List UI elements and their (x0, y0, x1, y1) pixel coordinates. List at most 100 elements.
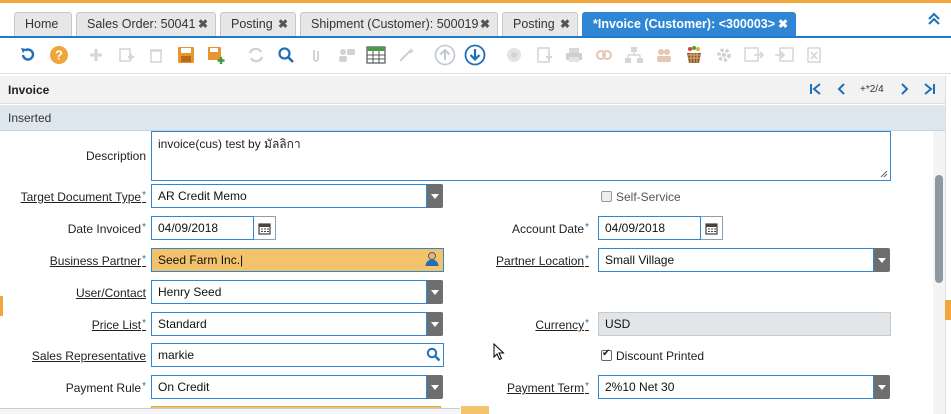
export-icon[interactable] (742, 43, 766, 67)
window-header: Invoice +*2/4 (0, 76, 945, 104)
tab-posting-2[interactable]: Posting ✖ (502, 12, 578, 36)
side-accent (0, 296, 3, 316)
attachment-icon[interactable] (304, 43, 328, 67)
checkout-icon[interactable] (682, 43, 706, 67)
search-icon[interactable] (426, 347, 441, 362)
tab-home[interactable]: Home (14, 12, 72, 36)
discount-printed-checkbox[interactable] (601, 348, 612, 361)
tab-bar: Home Sales Order: 50041 ✖ Posting ✖ Shipme… (0, 0, 951, 38)
find-icon[interactable] (274, 43, 298, 67)
description-textarea[interactable]: invoice(cus) test by มัลลิกา (151, 131, 891, 181)
payment-rule-label: Payment Rule* (65, 381, 146, 395)
excel-icon[interactable] (802, 43, 826, 67)
description-label: Description (85, 149, 146, 163)
chevron-down-icon[interactable] (427, 375, 443, 399)
archive-icon[interactable] (502, 43, 526, 67)
previous-record-icon[interactable] (835, 82, 849, 96)
scrollbar-thumb[interactable] (935, 175, 943, 283)
next-record-icon[interactable] (897, 82, 911, 96)
resize-handle-icon[interactable] (880, 170, 888, 178)
tab-posting-1[interactable]: Posting ✖ (220, 12, 296, 36)
business-partner-field[interactable]: Seed Farm Inc.| (151, 248, 444, 272)
last-record-icon[interactable] (922, 82, 936, 96)
user-contact-label: User/Contact (75, 286, 146, 300)
refresh-icon[interactable] (244, 43, 268, 67)
calendar-icon[interactable] (701, 216, 723, 240)
user-contact-select[interactable]: Henry Seed (151, 280, 427, 304)
right-edge (945, 76, 951, 414)
currency-field: USD (598, 312, 891, 336)
chevron-down-icon[interactable] (874, 375, 890, 399)
tab-sales-order[interactable]: Sales Order: 50041 ✖ (76, 12, 216, 36)
record-position: +*2/4 (860, 84, 884, 95)
price-list-label: Price List* (91, 318, 146, 332)
delete-icon[interactable] (144, 43, 168, 67)
process-icon[interactable] (712, 43, 736, 67)
select-value: AR Credit Memo (158, 189, 247, 203)
select-value: Henry Seed (158, 285, 222, 299)
select-value: Standard (158, 317, 207, 331)
print-icon[interactable] (562, 43, 586, 67)
field-value: USD (605, 317, 631, 331)
price-list-select[interactable]: Standard (151, 312, 427, 336)
self-service-label: Self-Service (616, 190, 681, 204)
page-title: Invoice (8, 83, 50, 97)
payment-rule-select[interactable]: On Credit (151, 375, 427, 399)
target-document-type-select[interactable]: AR Credit Memo (151, 184, 427, 208)
close-icon[interactable]: ✖ (480, 13, 490, 35)
report-icon[interactable] (532, 43, 556, 67)
date-value: 04/09/2018 (158, 221, 219, 235)
partner-location-label: Partner Location* (496, 254, 589, 268)
import-icon[interactable] (772, 43, 796, 67)
request-icon[interactable] (652, 43, 676, 67)
parent-icon[interactable] (433, 43, 457, 67)
sales-representative-field[interactable]: markie (151, 343, 444, 367)
close-icon[interactable]: ✖ (778, 13, 788, 35)
status-bar: Inserted (0, 105, 945, 131)
close-icon[interactable]: ✖ (198, 13, 208, 35)
tab-shipment[interactable]: Shipment (Customer): 500019 ✖ (300, 12, 498, 36)
payment-term-select[interactable]: 2%10 Net 30 (598, 375, 874, 399)
grid-toggle-icon[interactable] (364, 43, 388, 67)
bottom-strip (0, 408, 460, 414)
select-value: 2%10 Net 30 (605, 380, 675, 394)
help-icon[interactable]: ? (47, 43, 71, 67)
wizard-icon[interactable] (394, 43, 418, 67)
partner-location-select[interactable]: Small Village (598, 248, 874, 272)
save-new-icon[interactable] (204, 43, 228, 67)
sales-representative-label: Sales Representative (31, 349, 146, 363)
product-info-icon[interactable] (622, 43, 646, 67)
first-record-icon[interactable] (809, 82, 823, 96)
discount-printed-label: Discount Printed (616, 349, 705, 363)
chevron-down-icon[interactable] (427, 280, 443, 304)
collapse-up-icon[interactable] (927, 12, 941, 26)
tab-invoice-active[interactable]: *Invoice (Customer): <300003> ✖ (582, 12, 796, 36)
calendar-icon[interactable] (254, 216, 276, 240)
status-text: Inserted (8, 111, 52, 125)
zoom-across-icon[interactable] (592, 43, 616, 67)
save-icon[interactable] (174, 43, 198, 67)
detail-icon[interactable] (463, 43, 487, 67)
text-caret: | (240, 253, 244, 267)
invoice-form: Description invoice(cus) test by มัลลิกา… (0, 131, 933, 414)
chevron-down-icon[interactable] (427, 184, 443, 208)
account-date-label: Account Date* (512, 222, 589, 236)
chevron-down-icon[interactable] (874, 248, 890, 272)
new-icon[interactable] (84, 43, 108, 67)
payment-term-label: Payment Term* (506, 381, 589, 395)
close-icon[interactable]: ✖ (278, 13, 288, 35)
toolbar: ? (0, 38, 951, 74)
self-service-checkbox[interactable] (601, 191, 612, 202)
chevron-down-icon[interactable] (427, 312, 443, 336)
vertical-scrollbar[interactable] (933, 131, 945, 414)
close-icon[interactable]: ✖ (560, 13, 570, 35)
undo-icon[interactable] (16, 43, 40, 67)
business-partner-search-icon[interactable] (424, 251, 440, 267)
tab-label: *Invoice (Customer): <300003> (593, 17, 776, 31)
copy-icon[interactable] (114, 43, 138, 67)
field-value: markie (158, 348, 195, 362)
tab-label: Posting (231, 17, 273, 31)
chat-icon[interactable] (334, 43, 358, 67)
date-invoiced-field[interactable]: 04/09/2018 (151, 216, 254, 240)
account-date-field[interactable]: 04/09/2018 (598, 216, 701, 240)
